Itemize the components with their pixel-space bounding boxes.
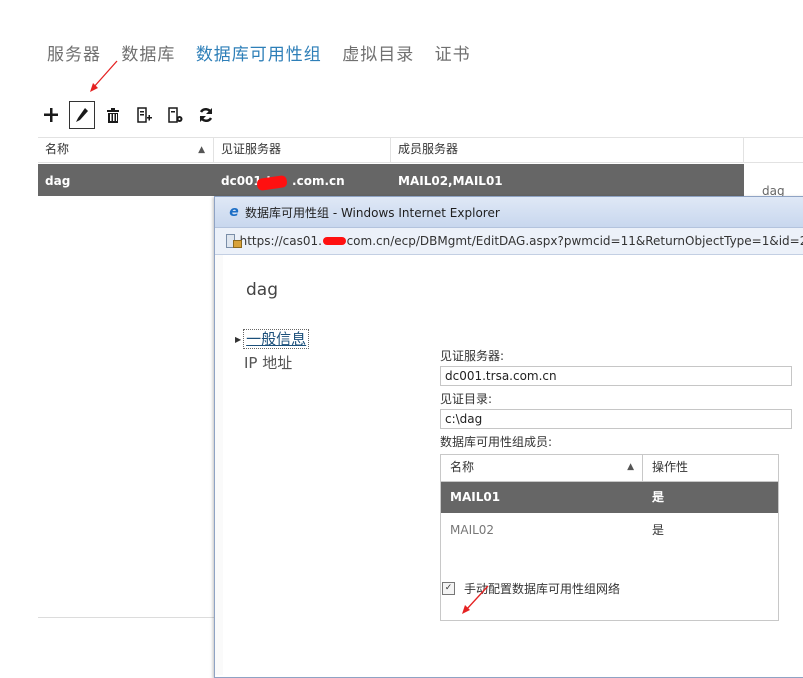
members-column-name[interactable]: 名称 ▲ — [441, 455, 643, 481]
cell-members: MAIL02,MAIL01 — [398, 174, 503, 188]
member-name: MAIL02 — [450, 523, 495, 537]
refresh-icon — [199, 107, 213, 123]
members-label: 数据库可用性组成员: — [440, 435, 553, 449]
server-add-icon — [137, 107, 152, 123]
column-name-label: 名称 — [45, 142, 70, 156]
tab-databases[interactable]: 数据库 — [121, 45, 175, 65]
add-button[interactable] — [40, 103, 62, 127]
sort-asc-icon: ▲ — [198, 145, 205, 155]
toolbar — [40, 101, 226, 129]
delete-button[interactable] — [102, 103, 124, 127]
manual-network-checkbox[interactable]: ✓ 手动配置数据库可用性组网络 — [442, 580, 620, 597]
ie-logo-icon: e — [229, 204, 239, 220]
tab-servers[interactable]: 服务器 — [47, 45, 101, 65]
add-server-button[interactable] — [133, 103, 155, 127]
dialog-nav: ▶ 一般信息 IP 地址 — [235, 327, 310, 375]
grid-header: 名称 ▲ 见证服务器 成员服务器 — [38, 137, 803, 163]
nav-ip-address[interactable]: IP 地址 — [235, 351, 309, 375]
nav-general[interactable]: ▶ 一般信息 — [235, 327, 310, 351]
column-witness[interactable]: 见证服务器 — [214, 138, 391, 162]
tab-dag[interactable]: 数据库可用性组 — [196, 45, 322, 65]
server-settings-icon — [168, 107, 183, 123]
witness-dir-input[interactable]: c:\dag — [440, 409, 792, 429]
checkbox-checked-icon[interactable]: ✓ — [442, 582, 455, 595]
divider — [38, 617, 218, 618]
sort-asc-icon: ▲ — [627, 462, 634, 472]
member-op: 是 — [652, 490, 665, 504]
url-suffix: com.cn/ecp/DBMgmt/EditDAG.aspx?pwmcid=11… — [346, 234, 803, 248]
witness-server-input[interactable]: dc001.trsa.com.cn — [440, 366, 792, 386]
url-prefix: https://cas01. — [239, 234, 322, 248]
table-row[interactable]: dag dc001.t .com.cn MAIL02,MAIL01 — [38, 164, 744, 196]
table-row[interactable]: MAIL01 是 — [441, 482, 778, 513]
members-header: 名称 ▲ 操作性 — [441, 455, 778, 482]
ie-window: e 数据库可用性组 - Windows Internet Explorer ht… — [214, 196, 803, 678]
refresh-button[interactable] — [195, 103, 217, 127]
plus-icon — [44, 108, 58, 122]
window-titlebar[interactable]: e 数据库可用性组 - Windows Internet Explorer — [215, 197, 803, 228]
url-redaction — [322, 237, 346, 245]
member-name: MAIL01 — [450, 490, 501, 504]
witness-server-label: 见证服务器: — [440, 349, 505, 363]
tab-certificates[interactable]: 证书 — [435, 45, 471, 65]
column-members[interactable]: 成员服务器 — [391, 138, 744, 162]
table-row[interactable]: MAIL02 是 — [441, 515, 778, 546]
dialog-content: dag ▶ 一般信息 IP 地址 见证服务器: dc001.trsa.com.cn… — [215, 255, 803, 675]
page-icon — [226, 234, 242, 248]
edit-button[interactable] — [69, 101, 95, 129]
members-column-op[interactable]: 操作性 — [643, 455, 688, 481]
top-nav: 服务器 数据库 数据库可用性组 虚拟目录 证书 — [47, 40, 485, 65]
trash-icon — [107, 107, 119, 123]
manage-network-button[interactable] — [164, 103, 186, 127]
window-title: 数据库可用性组 - Windows Internet Explorer — [245, 205, 500, 220]
cell-name: dag — [45, 174, 71, 188]
caret-right-icon: ▶ — [235, 334, 242, 344]
tab-virtual-directories[interactable]: 虚拟目录 — [342, 45, 414, 65]
column-name[interactable]: 名称 ▲ — [38, 138, 214, 162]
witness-dir-label: 见证目录: — [440, 392, 493, 406]
manual-network-label: 手动配置数据库可用性组网络 — [464, 582, 621, 596]
address-bar[interactable]: https://cas01. com.cn/ecp/DBMgmt/EditDAG… — [215, 228, 803, 255]
member-op: 是 — [652, 523, 665, 537]
dialog-title: dag — [246, 280, 278, 300]
pencil-icon — [76, 108, 88, 122]
